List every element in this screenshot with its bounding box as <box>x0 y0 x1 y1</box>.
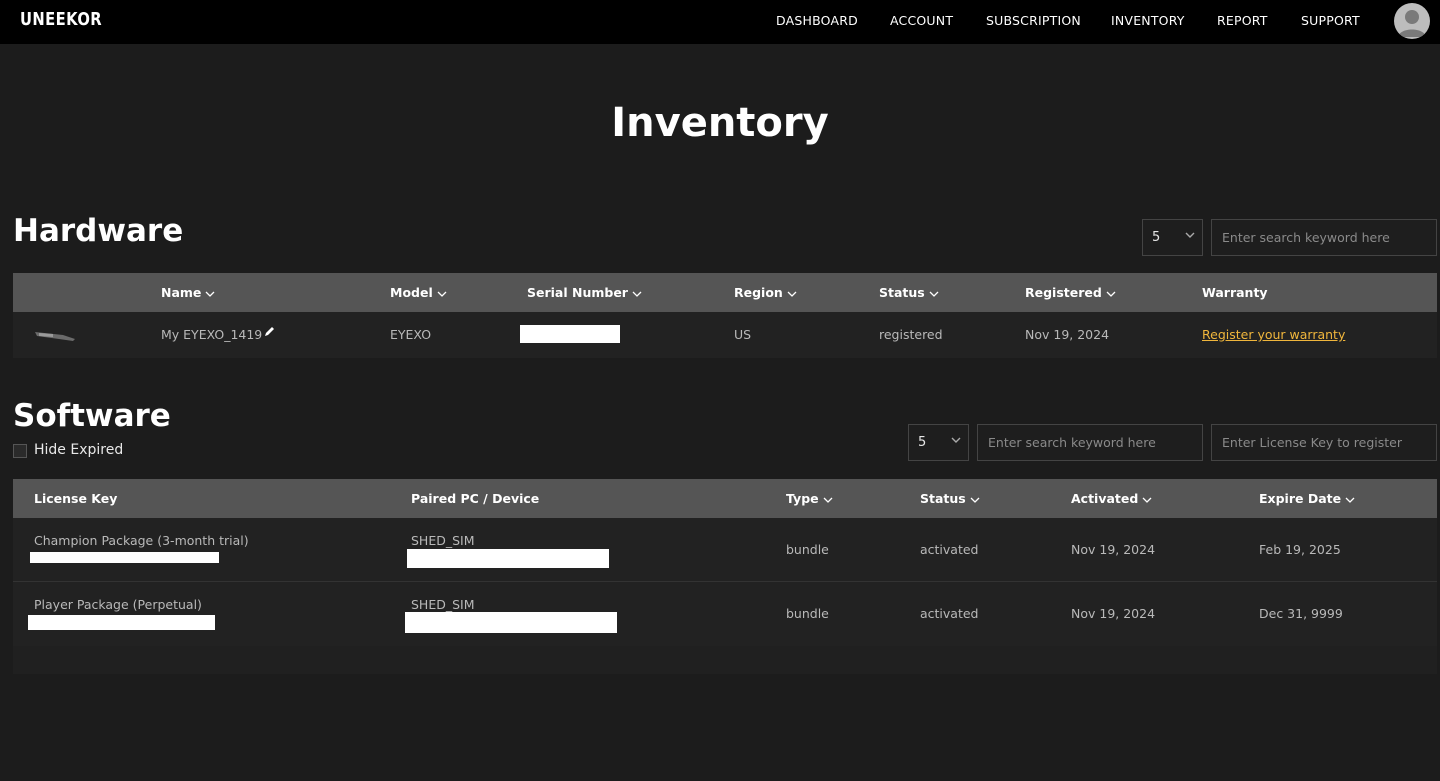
col-paired-device: Paired PC / Device <box>411 491 539 506</box>
redacted-device-id <box>407 549 609 568</box>
expire-cell: Dec 31, 9999 <box>1259 606 1343 621</box>
activated-cell: Nov 19, 2024 <box>1071 606 1156 621</box>
chevron-down-icon <box>437 286 447 301</box>
chevron-down-icon <box>1184 229 1196 245</box>
chevron-down-icon <box>970 492 980 507</box>
user-avatar-icon[interactable] <box>1394 3 1430 39</box>
register-warranty-link[interactable]: Register your warranty <box>1202 327 1345 342</box>
hardware-page-size-select[interactable]: 5 <box>1142 219 1203 256</box>
uneekor-logo[interactable]: UNEEKOR <box>20 9 102 30</box>
chevron-down-icon <box>205 286 215 301</box>
device-name-cell: SHED_SIM <box>411 597 475 612</box>
col-status[interactable]: Status <box>879 285 939 301</box>
hardware-region-cell: US <box>734 327 752 342</box>
col-device-label: Paired PC / Device <box>411 491 540 506</box>
col-activated-label: Activated <box>1071 491 1139 506</box>
col-model[interactable]: Model <box>390 285 447 301</box>
type-cell: bundle <box>786 606 829 621</box>
page-title: Inventory <box>611 100 829 146</box>
redacted-serial-number <box>520 325 620 343</box>
table-footer <box>13 646 1437 674</box>
pencil-icon[interactable] <box>263 325 275 342</box>
nav-subscription[interactable]: SUBSCRIPTION <box>986 13 1081 28</box>
hardware-registered-cell: Nov 19, 2024 <box>1025 327 1110 342</box>
col-model-label: Model <box>390 285 433 300</box>
chevron-down-icon <box>1106 286 1116 301</box>
software-page-size-select[interactable]: 5 <box>908 424 969 461</box>
nav-account[interactable]: ACCOUNT <box>890 13 953 28</box>
col-type-label: Type <box>786 491 819 506</box>
nav-dashboard[interactable]: DASHBOARD <box>776 13 858 28</box>
chevron-down-icon <box>823 492 833 507</box>
col-registered[interactable]: Registered <box>1025 285 1116 301</box>
table-row: Player Package (Perpetual) SHED_SIM bund… <box>13 582 1437 646</box>
top-navbar: UNEEKOR DASHBOARD ACCOUNT SUBSCRIPTION I… <box>0 0 1440 44</box>
hide-expired-checkbox[interactable] <box>13 444 27 458</box>
col-type[interactable]: Type <box>786 491 833 507</box>
col-expire-date[interactable]: Expire Date <box>1259 491 1355 507</box>
col-license-label: License Key <box>34 491 118 506</box>
redacted-device-id <box>405 612 617 633</box>
software-table-header: License Key Paired PC / Device Type Stat… <box>13 479 1437 518</box>
chevron-down-icon <box>1345 492 1355 507</box>
hardware-title: Hardware <box>13 213 184 249</box>
col-warranty: Warranty <box>1202 285 1268 300</box>
col-sw-status[interactable]: Status <box>920 491 980 507</box>
status-cell: activated <box>920 606 979 621</box>
hardware-model-cell: EYEXO <box>390 327 432 342</box>
license-name-cell: Player Package (Perpetual) <box>34 597 202 612</box>
col-warranty-label: Warranty <box>1202 285 1268 300</box>
col-name[interactable]: Name <box>161 285 215 301</box>
col-region[interactable]: Region <box>734 285 797 301</box>
activated-cell: Nov 19, 2024 <box>1071 542 1156 557</box>
redacted-license-key <box>28 615 215 630</box>
col-sw-status-label: Status <box>920 491 966 506</box>
hardware-page-size-value: 5 <box>1152 230 1161 245</box>
col-region-label: Region <box>734 285 783 300</box>
nav-support[interactable]: SUPPORT <box>1301 13 1360 28</box>
hardware-search-input[interactable] <box>1211 219 1437 256</box>
hardware-name-cell: My EYEXO_1419 <box>161 327 263 342</box>
hide-expired-label: Hide Expired <box>34 442 124 458</box>
software-page-size-value: 5 <box>918 435 927 450</box>
chevron-down-icon <box>950 434 962 450</box>
col-license-key: License Key <box>34 491 117 506</box>
device-thumbnail-icon <box>33 326 77 347</box>
nav-inventory[interactable]: INVENTORY <box>1111 13 1185 28</box>
redacted-license-key <box>30 552 219 563</box>
chevron-down-icon <box>787 286 797 301</box>
license-key-input[interactable] <box>1211 424 1437 461</box>
hardware-status-cell: registered <box>879 327 943 342</box>
status-cell: activated <box>920 542 979 557</box>
col-serial-label: Serial Number <box>527 285 628 300</box>
table-row: Champion Package (3-month trial) SHED_SI… <box>13 518 1437 581</box>
chevron-down-icon <box>929 286 939 301</box>
col-registered-label: Registered <box>1025 285 1102 300</box>
license-name-cell: Champion Package (3-month trial) <box>34 533 249 548</box>
expire-cell: Feb 19, 2025 <box>1259 542 1341 557</box>
chevron-down-icon <box>1142 492 1152 507</box>
type-cell: bundle <box>786 542 829 557</box>
nav-report[interactable]: REPORT <box>1217 13 1268 28</box>
software-search-input[interactable] <box>977 424 1203 461</box>
device-name-cell: SHED_SIM <box>411 533 475 548</box>
col-serial-number[interactable]: Serial Number <box>527 285 642 301</box>
table-row: My EYEXO_1419 EYEXO US registered Nov 19… <box>13 312 1437 358</box>
col-status-label: Status <box>879 285 925 300</box>
col-name-label: Name <box>161 285 202 300</box>
chevron-down-icon <box>632 286 642 301</box>
col-activated[interactable]: Activated <box>1071 491 1152 507</box>
hardware-table-header: Name Model Serial Number Region Status R… <box>13 273 1437 312</box>
software-title: Software <box>13 398 171 434</box>
col-expire-label: Expire Date <box>1259 491 1342 506</box>
